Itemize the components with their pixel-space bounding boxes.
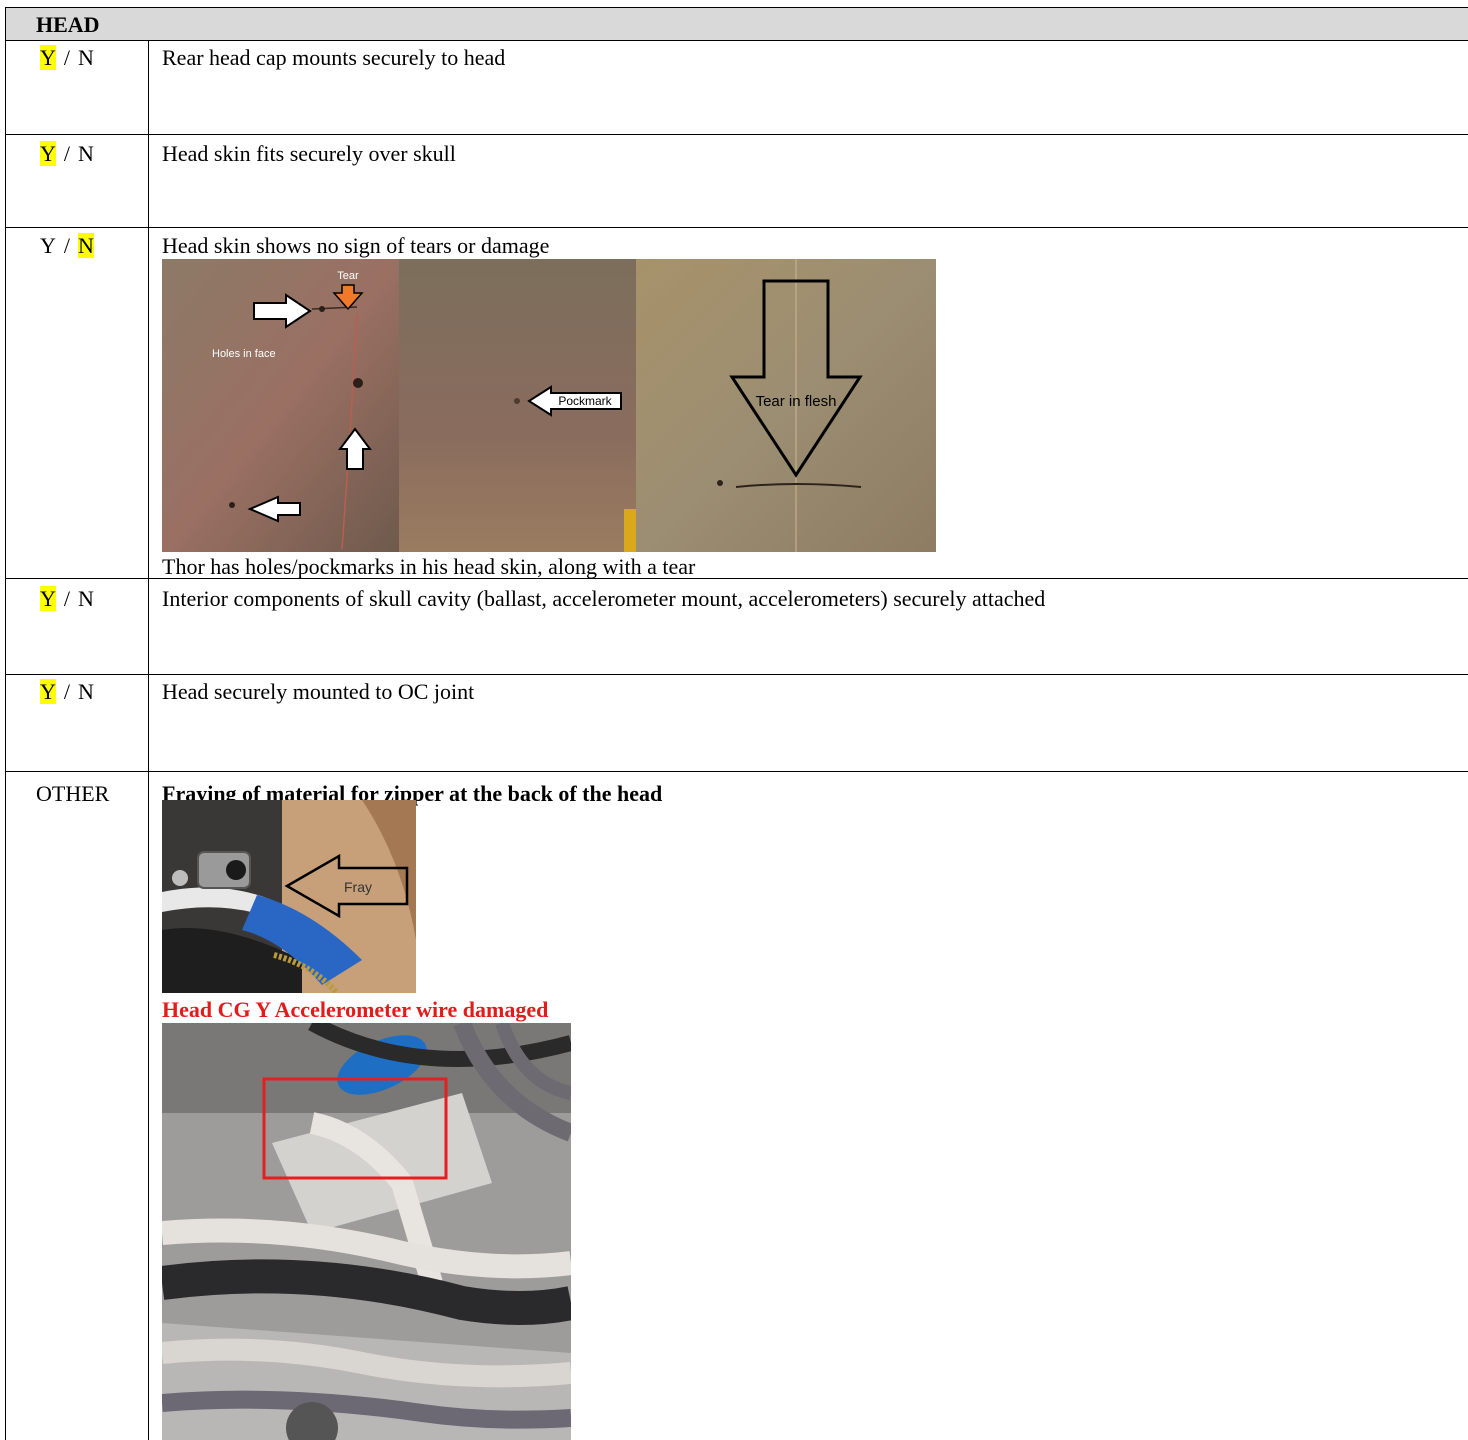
no-option[interactable]: N	[78, 141, 94, 166]
yn-choice-row1[interactable]: Y / N	[40, 45, 120, 71]
yn-choice-row5[interactable]: Y / N	[40, 679, 120, 705]
section-title: HEAD	[36, 12, 100, 37]
yes-option[interactable]: Y	[40, 141, 56, 166]
other-label: OTHER	[36, 781, 110, 806]
row-divider	[6, 134, 1468, 135]
yes-option[interactable]: Y	[40, 679, 56, 704]
yes-option[interactable]: Y	[40, 45, 56, 70]
yes-option[interactable]: Y	[40, 586, 56, 611]
wire-damage-note: Head CG Y Accelerometer wire damaged	[162, 997, 549, 1022]
photo-accelerometer-wire	[162, 1023, 571, 1440]
no-option[interactable]: N	[78, 679, 94, 704]
photo-caption: Thor has holes/pockmarks in his head ski…	[162, 554, 696, 579]
check-item-text: Interior components of skull cavity (bal…	[162, 586, 1046, 611]
check-item-text: Head securely mounted to OC joint	[162, 679, 475, 704]
holes-label: Holes in face	[212, 348, 276, 360]
photo-holes-in-face: Tear Holes in face	[162, 259, 399, 552]
row-divider	[6, 227, 1468, 228]
tear-label: Tear	[337, 270, 359, 282]
yn-choice-row4[interactable]: Y / N	[40, 586, 120, 612]
pockmark-label: Pockmark	[558, 394, 612, 408]
check-item-text: Rear head cap mounts securely to head	[162, 45, 506, 70]
photo-zipper-fray: Fray	[162, 800, 416, 993]
check-item-text: Head skin fits securely over skull	[162, 141, 456, 166]
photo-tear-in-flesh: Tear in flesh	[636, 259, 936, 552]
fray-label: Fray	[344, 879, 372, 895]
check-item-text: Head skin shows no sign of tears or dama…	[162, 233, 550, 258]
column-divider	[148, 41, 149, 1440]
photo-pockmark: Pockmark	[399, 259, 636, 552]
tear-in-flesh-label: Tear in flesh	[756, 393, 837, 410]
yes-option[interactable]: Y	[40, 233, 56, 258]
row-divider	[6, 674, 1468, 675]
yn-choice-row3[interactable]: Y / N	[40, 233, 120, 259]
no-option[interactable]: N	[78, 45, 94, 70]
section-header: HEAD	[6, 8, 1468, 41]
no-option[interactable]: N	[78, 233, 94, 258]
row-divider	[6, 771, 1468, 772]
no-option[interactable]: N	[78, 586, 94, 611]
inspection-sheet: HEAD Y / N Rear head cap mounts securely t…	[5, 7, 1468, 1440]
yn-choice-row2[interactable]: Y / N	[40, 141, 120, 167]
row-divider	[6, 578, 1468, 579]
